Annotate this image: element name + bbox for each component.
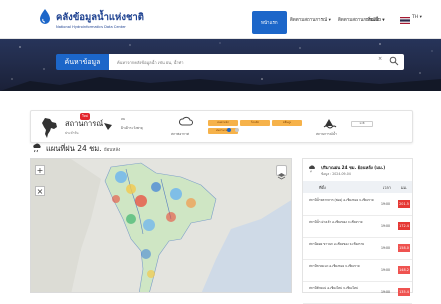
weather-chip-heavy-rain[interactable]: ฝนตกหนัก bbox=[208, 120, 238, 126]
hero-banner: ค้นหาข้อมูล × bbox=[0, 39, 441, 91]
rain-table-header: ที่ตั้ง เวลา มม. bbox=[303, 181, 412, 193]
zoom-out-button[interactable]: × bbox=[35, 186, 45, 196]
row-time: 19:00 bbox=[381, 224, 390, 228]
clear-search-icon[interactable]: × bbox=[378, 56, 382, 62]
rain-map-canvas[interactable] bbox=[31, 159, 292, 293]
col-time[interactable]: เวลา bbox=[383, 185, 391, 191]
table-row[interactable]: สถานีน้ำ ฝางเจ้า อ.เชียงของ จ.เชียงราย 1… bbox=[303, 216, 412, 238]
logo-icon[interactable] bbox=[38, 8, 52, 26]
row-time: 19:00 bbox=[381, 268, 390, 272]
wind-icon bbox=[103, 121, 113, 131]
flood-icon bbox=[323, 117, 337, 129]
station-name[interactable]: สถานีน้ำ ฝางเจ้า อ.เชียงของ จ.เชียงราย bbox=[309, 220, 375, 225]
row-time: 19:00 bbox=[381, 246, 390, 250]
rain-value-badge: 148.2 bbox=[398, 266, 410, 274]
cloud-icon bbox=[179, 116, 193, 128]
rain-value-badge: 158.0 bbox=[398, 244, 410, 252]
site-subtitle: National Hydroinformatics Data Center bbox=[56, 25, 126, 29]
status-card: ใหม่ สถานการณ์ ประจำวัน ลม ฝ้าเฝ้าระวังพ… bbox=[30, 110, 413, 143]
table-row[interactable]: สถานีขาดแนว อ.เชียงของ จ.เชียงราย 19:00 … bbox=[303, 260, 412, 282]
station-name[interactable]: สถานีดอย ขาวนก อ.เชียงของ จ.เชียงราย bbox=[309, 242, 375, 247]
thai-flag-icon[interactable] bbox=[400, 17, 410, 24]
magnifier-icon[interactable] bbox=[389, 56, 399, 66]
search-input[interactable] bbox=[109, 54, 404, 70]
nav-more[interactable]: เพิ่มเติม ▾ bbox=[366, 12, 385, 26]
top-navbar: คลังข้อมูลน้ำแห่งชาติ National Hydroinfo… bbox=[0, 0, 441, 39]
carousel-dot[interactable] bbox=[235, 128, 239, 132]
wind-label: ลม bbox=[121, 117, 125, 122]
language-selector[interactable]: TH ▾ bbox=[412, 15, 422, 20]
site-title[interactable]: คลังข้อมูลน้ำแห่งชาติ bbox=[56, 10, 144, 25]
rain-cloud-icon bbox=[32, 143, 42, 153]
col-mm[interactable]: มม. bbox=[401, 185, 407, 191]
rain-table-title: ปริมาณฝน 24 ชม. ย้อนหลัง (มม.) bbox=[321, 164, 385, 171]
rain-value-badge: 201.5 bbox=[398, 200, 410, 208]
table-row[interactable]: สถานีน้ำหลากลาก (พอง) อ.เชียงของ จ.เชียง… bbox=[303, 194, 412, 216]
thailand-map-icon bbox=[37, 117, 61, 139]
row-time: 19:00 bbox=[381, 290, 390, 294]
rain-map-title-text: แผนที่ฝน 24 ชม. bbox=[46, 144, 102, 153]
col-station[interactable]: ที่ตั้ง bbox=[319, 185, 326, 191]
rain-value-badge: 172.4 bbox=[398, 222, 410, 230]
layers-button[interactable] bbox=[276, 165, 287, 176]
search-data-button[interactable]: ค้นหาข้อมูล bbox=[56, 54, 109, 70]
rain-table-panel: ปริมาณฝน 24 ชม. ย้อนหลัง (มม.) ข้อมูล : … bbox=[302, 158, 413, 293]
nav-home[interactable]: หน้าแรก bbox=[252, 11, 287, 34]
storm-watch-label: ฝ้าเฝ้าระวังพายุ bbox=[121, 126, 143, 131]
rain-value-badge: 135.4 bbox=[398, 288, 410, 296]
layers-icon bbox=[277, 172, 286, 181]
rain-map-subtitle: ย้อนหลัง bbox=[104, 148, 120, 153]
rain-map[interactable]: + × bbox=[30, 158, 292, 293]
status-title[interactable]: สถานการณ์ bbox=[65, 118, 103, 130]
station-name[interactable]: สถานีขาดแนว อ.เชียงของ จ.เชียงราย bbox=[309, 264, 375, 269]
rain-cloud-icon bbox=[308, 165, 316, 173]
carousel-dot-active[interactable] bbox=[227, 128, 231, 132]
zoom-in-button[interactable]: + bbox=[35, 165, 45, 175]
weather-label: สภาพอากาศ bbox=[171, 132, 189, 137]
status-subtitle: ประจำวัน bbox=[65, 131, 79, 136]
weather-chip-high-waves[interactable]: คลื่นสูง bbox=[272, 120, 302, 126]
station-name[interactable]: สถานีน้ำหลากลาก (พอง) อ.เชียงของ จ.เชียง… bbox=[309, 198, 375, 203]
rain-table-date: ข้อมูล : 2024-09-04 bbox=[321, 172, 351, 177]
weather-chip-moderate-rain[interactable]: ฝนปานกลาง bbox=[208, 128, 238, 134]
station-name[interactable]: สถานีห้วยแม่ อ.เชียงใหม่ จ.เชียงใหม่ bbox=[309, 286, 375, 291]
water-situation-label: สถานการณ์น้ำ bbox=[316, 132, 337, 137]
table-row[interactable]: สถานีดอย ขาวนก อ.เชียงของ จ.เชียงราย 19:… bbox=[303, 238, 412, 260]
row-time: 19:00 bbox=[381, 202, 390, 206]
table-row[interactable]: สถานีห้วยแม่ อ.เชียงใหม่ จ.เชียงใหม่ 19:… bbox=[303, 282, 412, 304]
water-status-chip[interactable]: ปกติ bbox=[351, 121, 373, 127]
nav-situation[interactable]: ติดตามสถานการณ์ ▾ bbox=[290, 12, 331, 26]
rain-map-title: แผนที่ฝน 24 ชม. ย้อนหลัง bbox=[46, 143, 120, 155]
weather-chip-hot[interactable]: ร้อนจัด bbox=[240, 120, 270, 126]
